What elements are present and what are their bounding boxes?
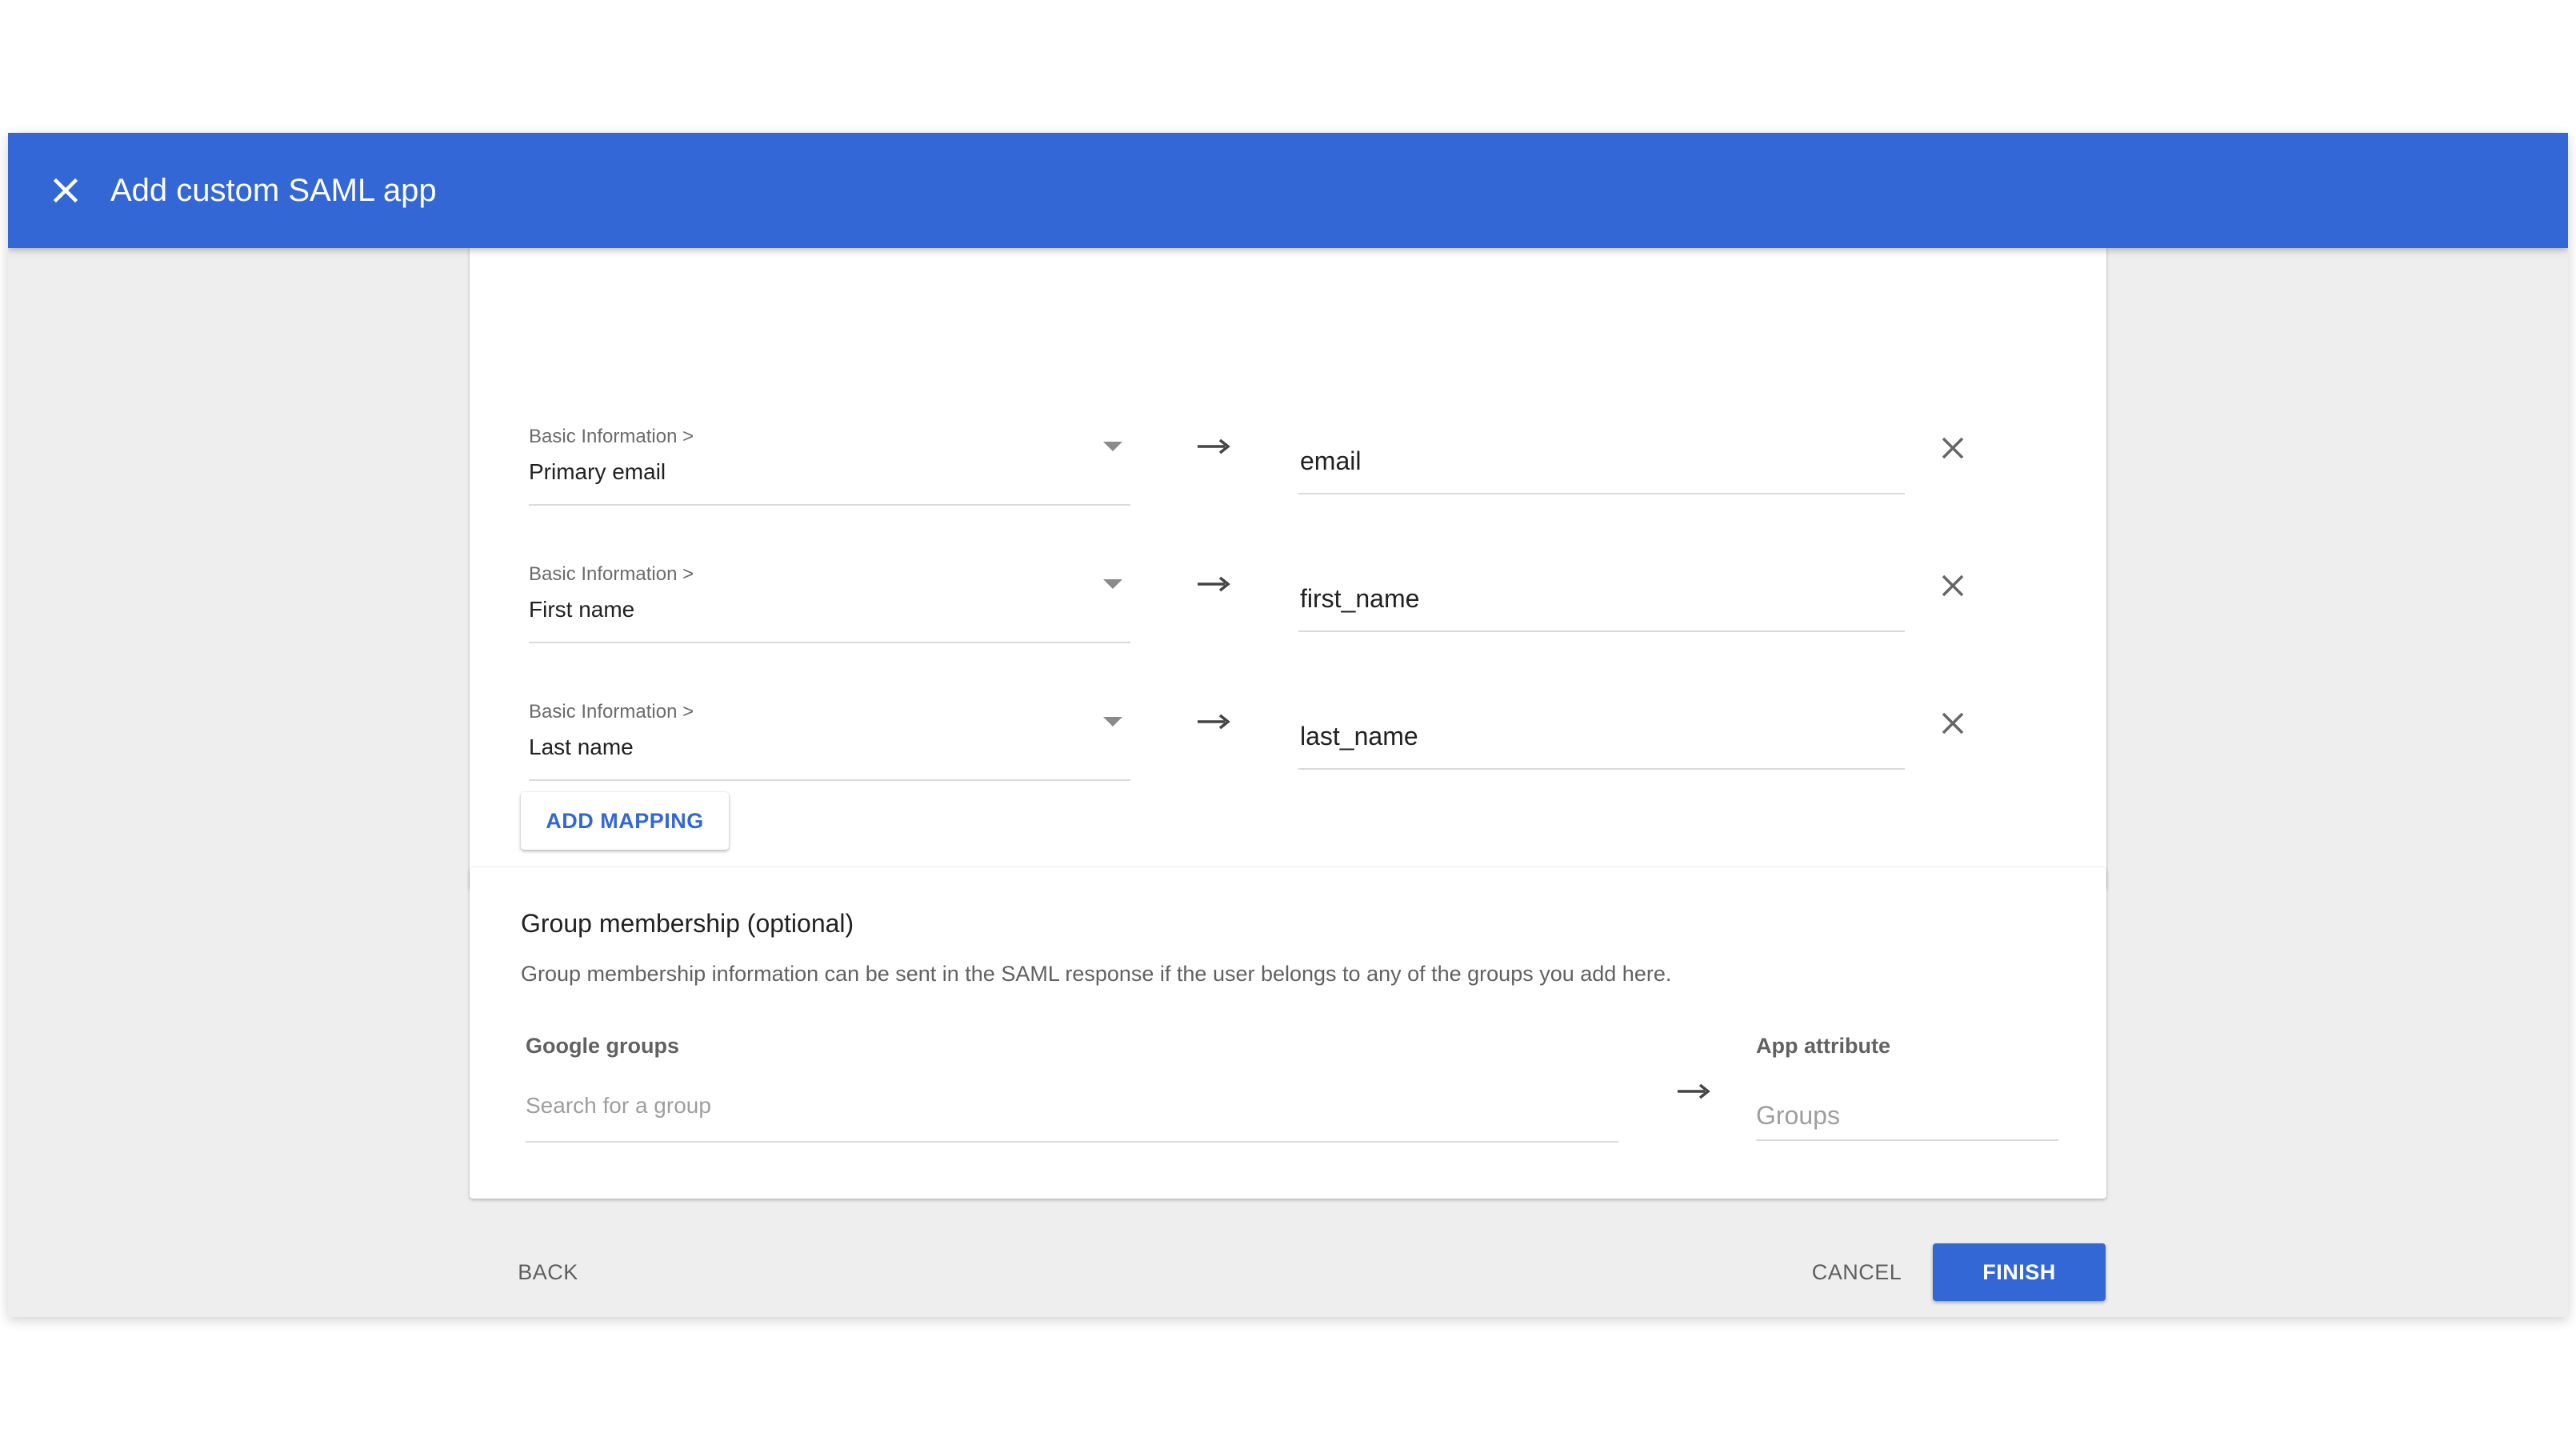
dropdown-arrow-icon	[1103, 579, 1122, 589]
directory-attribute-select[interactable]: Basic Information > First name	[529, 538, 1130, 643]
attribute-category: Basic Information >	[529, 563, 694, 585]
app-bar: Add custom SAML app	[8, 133, 2568, 248]
app-attribute-value: last_name	[1300, 722, 1418, 751]
attribute-category: Basic Information >	[529, 701, 694, 722]
cancel-button[interactable]: CANCEL	[1797, 1243, 1917, 1301]
google-groups-label: Google groups	[526, 1034, 679, 1058]
dropdown-arrow-icon	[1103, 442, 1122, 451]
group-membership-title: Group membership (optional)	[521, 909, 854, 938]
directory-attribute-select[interactable]: Basic Information > Last name	[529, 675, 1130, 781]
dropdown-arrow-icon	[1103, 717, 1122, 727]
directory-attribute-select[interactable]: Basic Information > Primary email	[529, 400, 1130, 506]
arrow-right-icon	[1198, 714, 1230, 730]
finish-button[interactable]: FINISH	[1933, 1243, 2106, 1301]
app-attribute-field[interactable]: first_name	[1298, 538, 1905, 632]
close-icon[interactable]	[43, 168, 88, 213]
groups-attribute-input[interactable]	[1756, 1098, 2052, 1133]
page-title: Add custom SAML app	[110, 173, 437, 208]
mapping-row: Basic Information > Primary email email	[470, 400, 2106, 536]
arrow-right-icon	[1198, 438, 1230, 454]
attribute-field: First name	[529, 597, 635, 622]
group-membership-card: Group membership (optional) Group member…	[470, 867, 2106, 1199]
group-membership-description: Group membership information can be sent…	[521, 962, 1672, 986]
attribute-mapping-card: Basic Information > Primary email email …	[470, 181, 2106, 890]
app-attribute-label: App attribute	[1756, 1034, 1890, 1058]
app-attribute-value: email	[1300, 446, 1362, 475]
group-search-field	[526, 1079, 1618, 1143]
attribute-category: Basic Information >	[529, 426, 694, 447]
mapping-row: Basic Information > Last name last_name	[470, 675, 2106, 811]
app-attribute-field[interactable]: last_name	[1298, 675, 1905, 770]
arrow-right-icon	[1198, 576, 1230, 592]
remove-mapping-icon[interactable]	[1937, 570, 1969, 602]
app-attribute-field[interactable]: email	[1298, 400, 1905, 494]
mapping-row: Basic Information > First name first_nam…	[470, 538, 2106, 674]
groups-attribute-field	[1756, 1083, 2058, 1141]
remove-mapping-icon[interactable]	[1937, 707, 1969, 739]
add-saml-app-dialog: Add custom SAML app Basic Information > …	[8, 133, 2568, 1317]
app-attribute-value: first_name	[1300, 584, 1420, 613]
remove-mapping-icon[interactable]	[1937, 432, 1969, 464]
group-search-input[interactable]	[526, 1090, 1566, 1122]
arrow-right-icon	[1678, 1083, 1710, 1099]
add-mapping-button[interactable]: ADD MAPPING	[521, 792, 729, 850]
attribute-field: Primary email	[529, 459, 666, 484]
attribute-field: Last name	[529, 735, 634, 759]
back-button[interactable]: BACK	[498, 1243, 598, 1301]
